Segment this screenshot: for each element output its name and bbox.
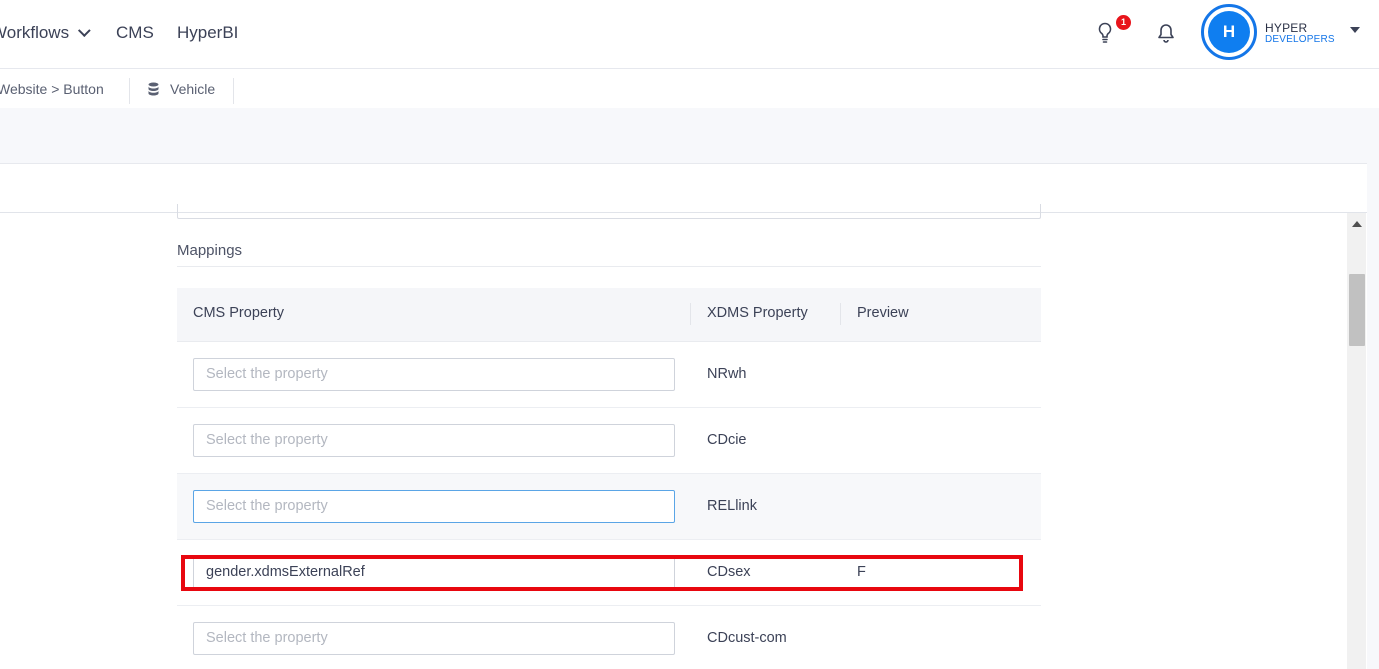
table-row: Select the property CDcie — [177, 408, 1041, 474]
nav-hyperbi-link[interactable]: HyperBI — [177, 23, 238, 43]
xdms-property-value: CDcust-com — [707, 630, 787, 646]
breadcrumb-website-button[interactable]: Website > Button — [0, 81, 104, 97]
avatar-initial: H — [1208, 11, 1250, 53]
scroll-up-arrow-icon[interactable] — [1352, 221, 1362, 227]
divider — [233, 78, 234, 104]
column-header-xdms-property: XDMS Property — [707, 305, 808, 321]
cms-property-select[interactable]: Select the property — [193, 490, 675, 523]
previous-field[interactable] — [177, 204, 1041, 219]
table-row: Select the property CDcust-com — [177, 606, 1041, 669]
scrollbar-thumb[interactable] — [1349, 274, 1365, 346]
header-band — [0, 108, 1379, 163]
user-avatar[interactable]: H — [1201, 4, 1257, 60]
cms-property-select[interactable]: Select the property — [193, 358, 675, 391]
user-role[interactable]: DEVELOPERS — [1265, 34, 1335, 45]
chevron-down-icon — [78, 24, 91, 38]
nav-workflows-menu[interactable]: Workflows — [0, 23, 91, 43]
divider — [129, 78, 130, 104]
notification-badge: 1 — [1116, 15, 1131, 30]
breadcrumb-vehicle[interactable]: Vehicle — [170, 81, 215, 97]
xdms-property-value: RELlink — [707, 498, 757, 514]
bell-icon[interactable] — [1157, 23, 1175, 43]
user-name[interactable]: HYPER — [1265, 21, 1307, 35]
nav-cms-link[interactable]: CMS — [116, 23, 154, 43]
xdms-property-value: NRwh — [707, 366, 747, 382]
table-header: CMS Property XDMS Property Preview — [177, 288, 1041, 342]
database-icon — [148, 82, 159, 96]
cms-property-select[interactable]: Select the property — [193, 622, 675, 655]
section-title: Mappings — [177, 242, 243, 259]
divider — [690, 303, 691, 325]
caret-down-icon[interactable] — [1350, 27, 1360, 33]
divider — [840, 303, 841, 325]
breadcrumb: Website > Button Vehicle — [0, 70, 1379, 108]
table-row: Select the property NRwh — [177, 342, 1041, 408]
lightbulb-icon[interactable] — [1097, 22, 1113, 44]
highlight-box — [181, 555, 1023, 591]
cms-property-select[interactable]: Select the property — [193, 424, 675, 457]
column-header-preview: Preview — [857, 305, 909, 321]
top-navbar: Workflows CMS HyperBI 1 H HYPER DEVELOPE… — [0, 0, 1379, 69]
xdms-property-value: CDcie — [707, 432, 747, 448]
nav-workflows-label: Workflows — [0, 23, 70, 42]
table-row: Select the property RELlink — [177, 474, 1041, 540]
column-header-cms-property: CMS Property — [193, 305, 285, 321]
divider — [177, 266, 1041, 267]
side-gutter — [1367, 163, 1379, 669]
